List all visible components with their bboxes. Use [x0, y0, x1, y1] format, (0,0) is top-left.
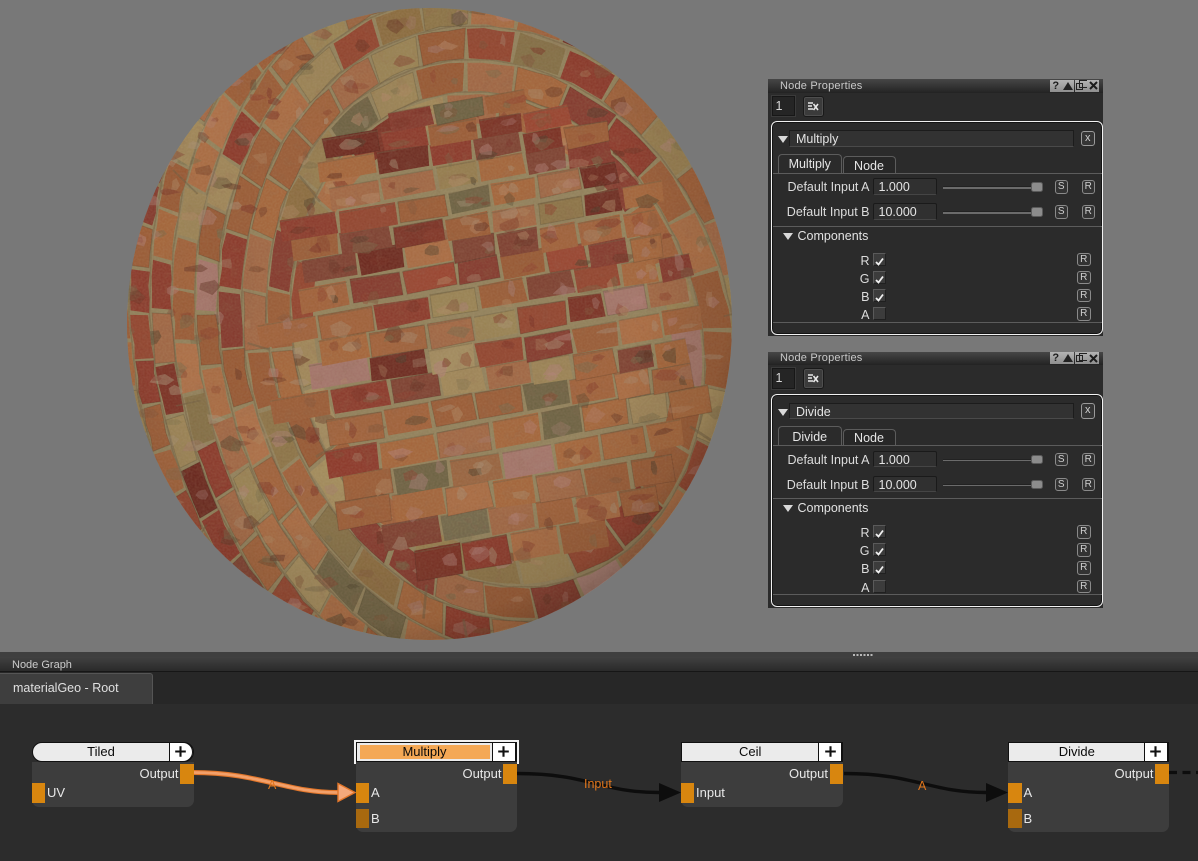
svg-text:A: A — [268, 778, 277, 792]
svg-text:Input: Input — [584, 777, 612, 791]
svg-text:A: A — [918, 779, 927, 793]
